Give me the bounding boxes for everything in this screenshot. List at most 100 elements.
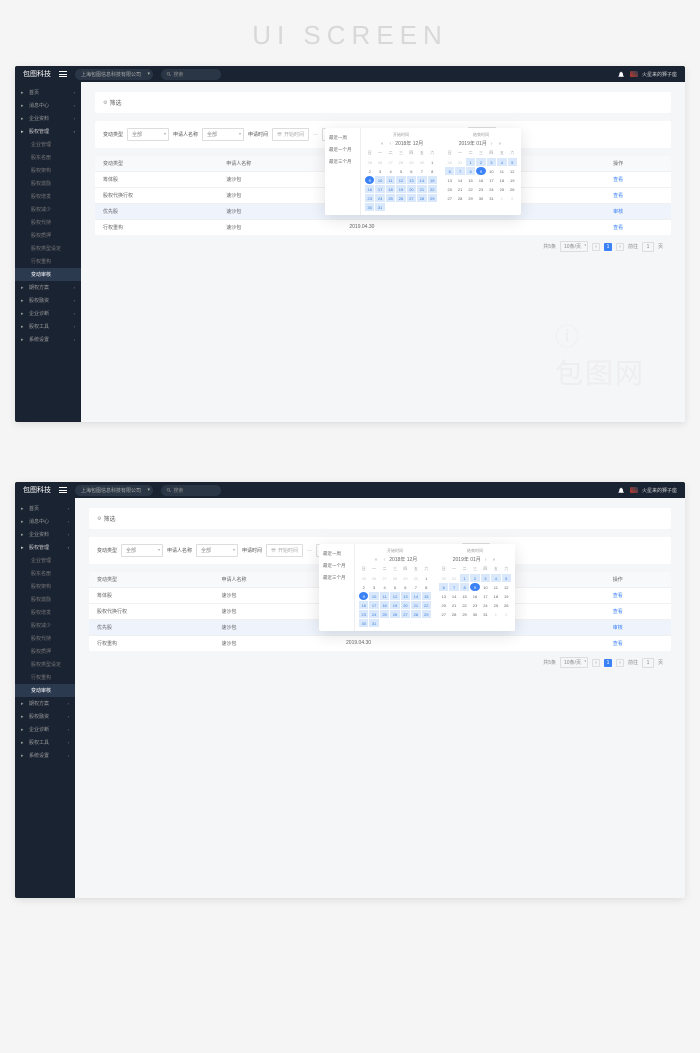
calendar-day[interactable]: 2 [365,167,374,175]
row-action-link[interactable]: 查看 [613,177,623,183]
row-action-link[interactable]: 查看 [613,609,623,615]
calendar-day[interactable]: 13 [401,592,410,600]
bell-icon[interactable] [618,487,624,493]
next-month-icon[interactable]: › [483,557,489,563]
row-action-link[interactable]: 查看 [613,641,623,647]
sidebar-item[interactable]: 企业管理 [15,554,75,567]
calendar-day[interactable]: 18 [386,185,395,193]
page-1-button[interactable]: 1 [604,243,612,251]
calendar-day[interactable]: 27 [439,610,448,618]
calendar-day[interactable]: 17 [487,176,496,184]
sidebar-item[interactable]: 股权代持 [15,632,75,645]
sidebar-item[interactable]: 行权重构 [15,671,75,684]
calendar-day[interactable]: 6 [401,583,410,591]
calendar-day[interactable]: 1 [491,610,500,618]
calendar-day[interactable]: 11 [497,167,506,175]
calendar-day[interactable]: 25 [365,158,374,166]
calendar-day[interactable]: 20 [445,185,454,193]
sidebar-item[interactable]: 股权增发 [15,190,81,203]
filter-title[interactable]: 筛选 [97,514,663,523]
calendar-day[interactable]: 21 [417,185,426,193]
calendar-day[interactable]: 19 [390,601,399,609]
calendar-day[interactable]: 26 [369,574,378,582]
calendar-day[interactable]: 21 [449,601,458,609]
sidebar-item[interactable]: ▸期权方案› [15,281,81,294]
calendar-day[interactable]: 12 [502,583,511,591]
calendar-day[interactable]: 20 [401,601,410,609]
sidebar-item[interactable]: 行权重构 [15,255,81,268]
start-date-input[interactable]: 开始时间 [266,544,303,557]
calendar-day[interactable]: 31 [375,203,384,211]
calendar-day[interactable]: 18 [380,601,389,609]
calendar-day[interactable]: 12 [508,167,517,175]
sidebar-item[interactable]: 股东名册 [15,567,75,580]
calendar-day[interactable]: 4 [380,583,389,591]
sidebar-item[interactable]: 股权质押 [15,229,81,242]
calendar-day[interactable]: 14 [417,176,426,184]
next-year-icon[interactable]: » [490,557,497,563]
calendar-day[interactable]: 7 [411,583,420,591]
user-name[interactable]: 火星来的狮子座 [642,487,677,494]
calendar-day[interactable]: 2 [476,158,485,166]
calendar-day[interactable]: 31 [449,574,458,582]
calendar-day[interactable]: 18 [497,176,506,184]
sidebar-item[interactable]: ▸股权融资› [15,710,75,723]
datepicker-shortcut[interactable]: 最近一个月 [325,144,360,156]
sidebar-item[interactable]: ▸股权管理› [15,541,75,554]
prev-year-icon[interactable]: « [379,141,386,147]
calendar-day[interactable]: 14 [411,592,420,600]
row-action-link[interactable]: 查看 [613,193,623,199]
calendar-day[interactable]: 25 [380,610,389,618]
calendar-day[interactable]: 17 [481,592,490,600]
sidebar-item[interactable]: ▸首页› [15,502,75,515]
calendar-day[interactable]: 26 [502,601,511,609]
datepicker-shortcut[interactable]: 最近一周 [319,548,354,560]
sidebar-item[interactable]: 股东名册 [15,151,81,164]
calendar-day[interactable]: 27 [401,610,410,618]
calendar-day[interactable]: 2 [470,574,479,582]
search-input[interactable]: 搜索 [161,485,221,496]
calendar-day[interactable]: 19 [502,592,511,600]
sidebar-item[interactable]: ▸企业诊断› [15,307,81,320]
calendar-day[interactable]: 13 [439,592,448,600]
sidebar-item[interactable]: 股权减少 [15,619,75,632]
calendar-day[interactable]: 4 [497,158,506,166]
name-select[interactable]: 全部 [202,128,244,141]
calendar-day[interactable]: 26 [375,158,384,166]
next-page-button[interactable]: › [616,659,624,667]
calendar-day[interactable]: 7 [417,167,426,175]
calendar-day[interactable]: 10 [375,176,384,184]
datepicker-shortcut[interactable]: 最近一周 [325,132,360,144]
calendar-day[interactable]: 29 [428,194,437,202]
calendar-day[interactable]: 12 [390,592,399,600]
next-year-icon[interactable]: » [496,141,503,147]
calendar-day[interactable]: 26 [396,194,405,202]
calendar-day[interactable]: 23 [365,194,374,202]
calendar-day[interactable]: 20 [407,185,416,193]
calendar-day[interactable]: 25 [359,574,368,582]
sidebar-item[interactable]: 企业管理 [15,138,81,151]
calendar-day[interactable]: 31 [487,194,496,202]
calendar-day[interactable]: 31 [455,158,464,166]
calendar-day[interactable]: 2 [502,610,511,618]
calendar-day[interactable]: 28 [417,194,426,202]
calendar-day[interactable]: 29 [407,158,416,166]
calendar-day[interactable]: 9 [365,176,374,184]
calendar-day[interactable]: 1 [428,158,437,166]
calendar-day[interactable]: 26 [390,610,399,618]
calendar-day[interactable]: 5 [396,167,405,175]
calendar-day[interactable]: 17 [369,601,378,609]
calendar-day[interactable]: 27 [445,194,454,202]
jump-input[interactable]: 1 [642,658,654,668]
datepicker-shortcut[interactable]: 最近三个月 [325,156,360,168]
sidebar-item[interactable]: ▸企业诊断› [15,723,75,736]
sidebar-item[interactable]: ▸首页› [15,86,81,99]
sidebar-item[interactable]: 股权质押 [15,645,75,658]
calendar-day[interactable]: 22 [428,185,437,193]
calendar-day[interactable]: 29 [460,610,469,618]
next-page-button[interactable]: › [616,243,624,251]
calendar-day[interactable]: 16 [359,601,368,609]
calendar-day[interactable]: 24 [369,610,378,618]
calendar-day[interactable]: 21 [455,185,464,193]
sidebar-item[interactable]: ▸股权管理› [15,125,81,138]
